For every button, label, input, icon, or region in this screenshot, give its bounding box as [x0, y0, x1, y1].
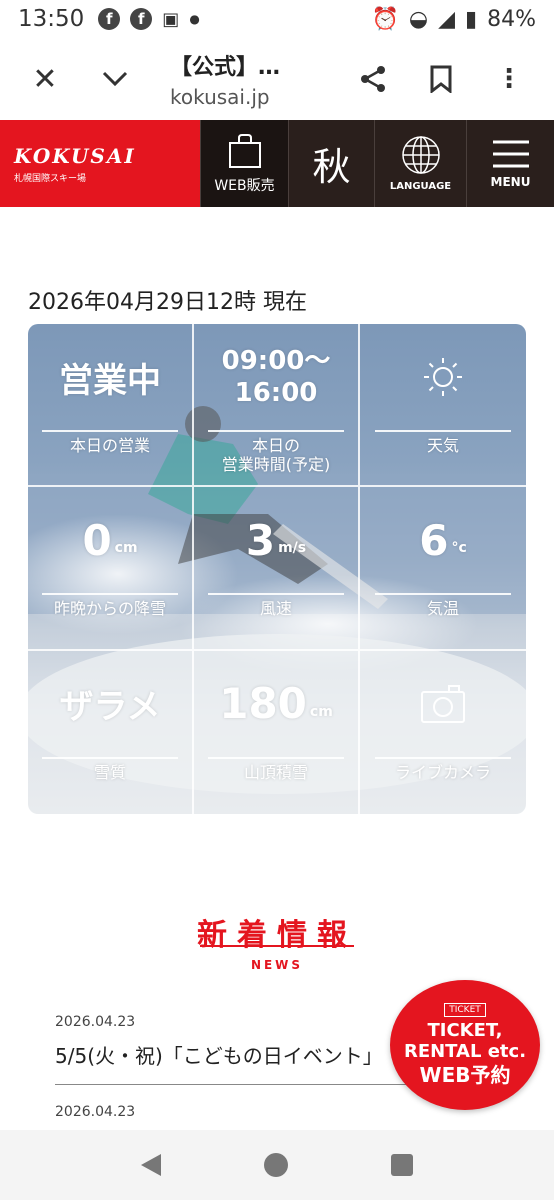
facebook-notification-icon: f	[130, 8, 153, 30]
page-title-area[interactable]: 【公式】… kokusai.jp	[140, 49, 348, 109]
signal-icon: ◢	[438, 6, 455, 32]
season-button[interactable]: 秋	[288, 120, 374, 207]
battery-level: 84%	[487, 6, 536, 32]
report-cell-snowfall: 0 cm 昨晩からの降雪	[28, 487, 194, 651]
report-cell-snow-quality: ザラメ 雪質	[28, 650, 194, 814]
ticket-icon: TICKET	[444, 1003, 486, 1017]
globe-icon	[401, 136, 440, 174]
shopping-bag-icon	[228, 133, 261, 168]
report-cell-weather: 天気	[360, 324, 526, 488]
status-time: 13:50	[18, 6, 85, 32]
more-options-icon[interactable]: ⋮	[484, 54, 534, 104]
site-header: KOKUSAI 札幌国際スキー場 WEB販売 秋 LANGUAGE MENU	[0, 120, 554, 207]
ticket-reservation-button[interactable]: TICKET TICKET, RENTAL etc. WEB予約	[390, 980, 540, 1110]
news-heading: 新着情報	[197, 918, 357, 953]
browser-toolbar: ✕ 【公式】… kokusai.jp ⋮	[0, 38, 554, 120]
site-logo[interactable]: KOKUSAI 札幌国際スキー場	[0, 120, 200, 207]
live-camera-link[interactable]: ライブカメラ	[360, 651, 526, 814]
status-bar: 13:50 f f ▣ ● ⏰ ◒ ◢ ▮ 84%	[0, 0, 554, 38]
menu-button[interactable]: MENU	[466, 120, 554, 207]
alarm-icon: ⏰	[371, 6, 399, 32]
home-icon[interactable]	[263, 1153, 288, 1177]
close-icon[interactable]: ✕	[20, 54, 70, 104]
facebook-notification-icon: f	[98, 8, 121, 30]
news-heading-underline	[200, 945, 354, 947]
report-grid: 営業中 本日の営業 09:00〜 16:00 本日の 営業時間(予定) 天気 0…	[28, 324, 526, 814]
web-sales-button[interactable]: WEB販売	[200, 120, 288, 207]
back-icon[interactable]	[141, 1154, 162, 1176]
chevron-down-icon[interactable]	[90, 54, 140, 104]
report-cell-temperature: 6 °c 気温	[360, 487, 526, 651]
system-navigation-bar	[0, 1130, 554, 1200]
bookmark-icon[interactable]	[416, 54, 466, 104]
page-title: 【公式】…	[170, 55, 281, 80]
news-subheading: NEWS	[250, 958, 304, 972]
report-datetime: 2026年04月29日12時 現在	[28, 290, 307, 315]
page-url: kokusai.jp	[170, 85, 270, 109]
report-cell-hours: 09:00〜 16:00 本日の 営業時間(予定)	[194, 324, 360, 488]
more-notifications-icon: ●	[189, 12, 200, 26]
sun-icon	[424, 358, 462, 396]
camera-icon	[421, 684, 465, 723]
share-icon[interactable]	[348, 54, 398, 104]
ski-report-panel: 営業中 本日の営業 09:00〜 16:00 本日の 営業時間(予定) 天気 0…	[28, 324, 526, 814]
report-cell-operation: 営業中 本日の営業	[28, 324, 194, 488]
report-cell-wind: 3 m/s 風速	[194, 487, 360, 651]
battery-icon: ▮	[464, 6, 478, 32]
chat-notification-icon: ▣	[162, 8, 180, 30]
language-button[interactable]: LANGUAGE	[374, 120, 466, 207]
recent-apps-icon[interactable]	[390, 1154, 413, 1176]
wifi-icon: ◒	[408, 6, 429, 32]
report-cell-summit-snow: 180 cm 山頂積雪	[194, 650, 360, 814]
hamburger-menu-icon	[492, 140, 529, 167]
